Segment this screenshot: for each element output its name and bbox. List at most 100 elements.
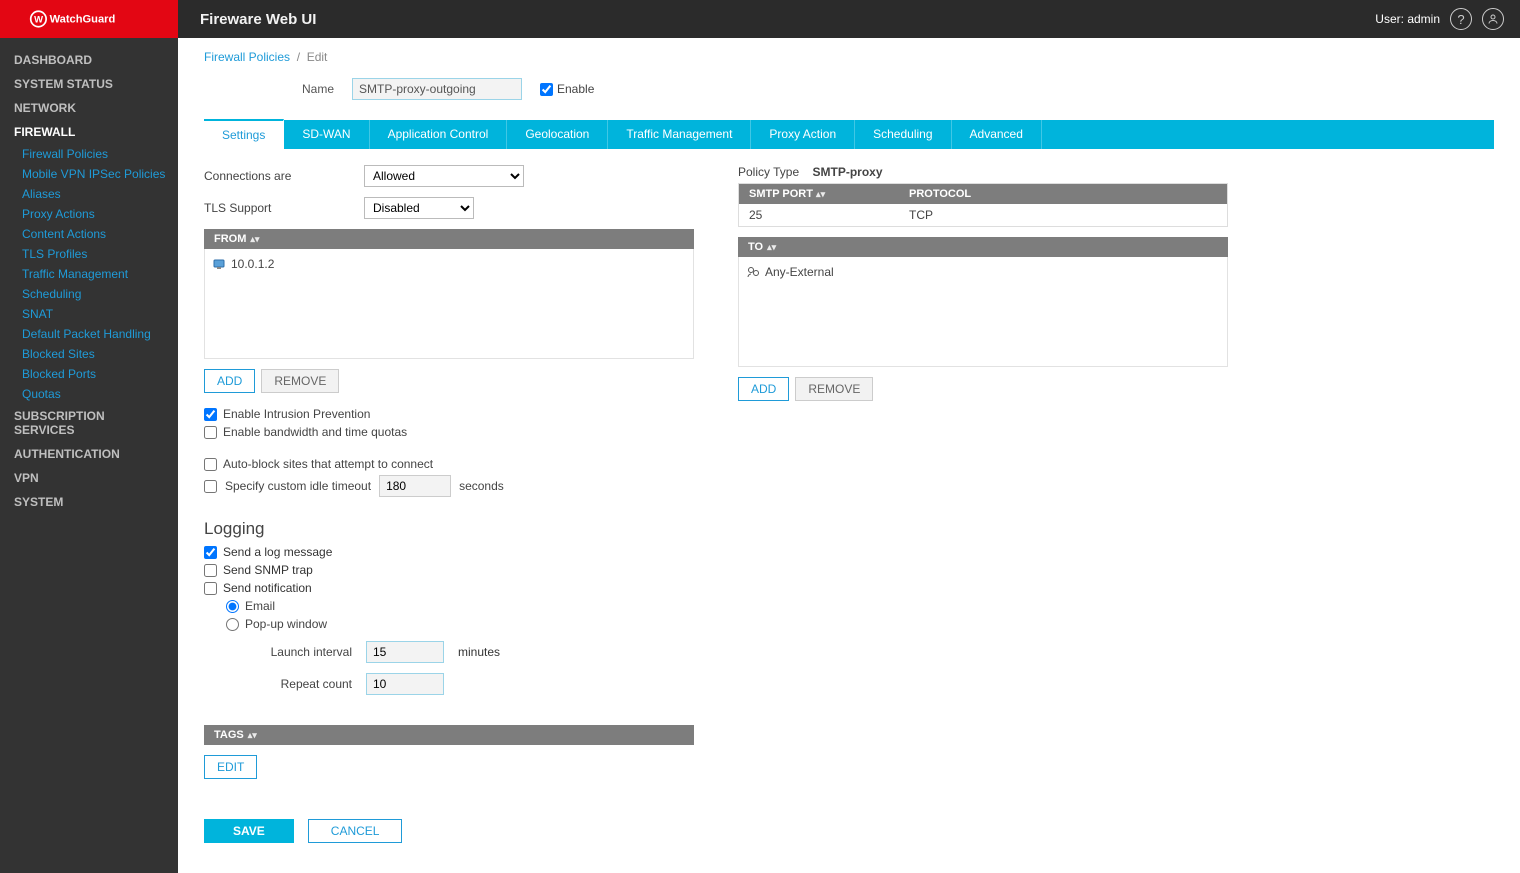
topbar: W WatchGuard Fireware Web UI User: admin… [0, 0, 1520, 38]
popup-radio[interactable] [226, 618, 239, 631]
main-content: Firewall Policies / Edit Name Enable Set… [178, 38, 1520, 873]
from-header[interactable]: FROM ▴▾ [204, 229, 694, 249]
nav-firewall[interactable]: FIREWALL [0, 120, 178, 144]
connections-select[interactable]: Allowed [364, 165, 524, 187]
nav-quotas[interactable]: Quotas [0, 384, 178, 404]
sidebar: DASHBOARD SYSTEM STATUS NETWORK FIREWALL… [0, 38, 178, 873]
tls-select[interactable]: Disabled [364, 197, 474, 219]
tabs: Settings SD-WAN Application Control Geol… [204, 120, 1494, 149]
enable-label: Enable [557, 82, 594, 96]
user-label: User: admin [1375, 12, 1440, 26]
nav-proxy-actions[interactable]: Proxy Actions [0, 204, 178, 224]
name-input[interactable] [352, 78, 522, 100]
repeat-label: Repeat count [204, 677, 352, 691]
launch-unit: minutes [458, 645, 500, 659]
connections-label: Connections are [204, 169, 364, 183]
idle-checkbox[interactable] [204, 480, 217, 493]
brand-logo: W WatchGuard [0, 0, 178, 38]
idle-input[interactable] [379, 475, 451, 497]
launch-input[interactable] [366, 641, 444, 663]
name-label: Name [294, 82, 334, 96]
nav-mvpn-ipsec[interactable]: Mobile VPN IPSec Policies [0, 164, 178, 184]
send-log-checkbox[interactable] [204, 546, 217, 559]
cancel-button[interactable]: CANCEL [308, 819, 403, 843]
svg-text:WatchGuard: WatchGuard [50, 13, 116, 25]
logging-title: Logging [204, 519, 694, 539]
nav-firewall-policies[interactable]: Firewall Policies [0, 144, 178, 164]
from-list[interactable]: 10.0.1.2 [204, 249, 694, 359]
quota-checkbox[interactable] [204, 426, 217, 439]
tab-traffic-mgmt[interactable]: Traffic Management [608, 120, 751, 149]
app-title: Fireware Web UI [200, 11, 316, 28]
breadcrumb-current: Edit [307, 50, 328, 64]
tab-geolocation[interactable]: Geolocation [507, 120, 608, 149]
idle-label: Specify custom idle timeout [225, 479, 371, 493]
breadcrumb-parent[interactable]: Firewall Policies [204, 50, 290, 64]
nav-aliases[interactable]: Aliases [0, 184, 178, 204]
alias-icon [747, 266, 761, 278]
sort-icon: ▴▾ [248, 730, 257, 741]
help-icon[interactable]: ? [1450, 8, 1472, 30]
quota-label: Enable bandwidth and time quotas [223, 425, 407, 439]
from-item[interactable]: 10.0.1.2 [213, 255, 685, 273]
tab-scheduling[interactable]: Scheduling [855, 120, 951, 149]
nav-system[interactable]: SYSTEM [0, 490, 178, 514]
send-notif-checkbox[interactable] [204, 582, 217, 595]
ips-label: Enable Intrusion Prevention [223, 407, 370, 421]
user-icon[interactable] [1482, 8, 1504, 30]
send-log-label: Send a log message [223, 545, 332, 559]
nav-default-pkt[interactable]: Default Packet Handling [0, 324, 178, 344]
nav-tls-profiles[interactable]: TLS Profiles [0, 244, 178, 264]
nav-content-actions[interactable]: Content Actions [0, 224, 178, 244]
from-add-button[interactable]: ADD [204, 369, 255, 393]
port-table: SMTP PORT ▴▾ PROTOCOL 25 TCP [738, 183, 1228, 227]
to-remove-button[interactable]: REMOVE [795, 377, 873, 401]
nav-authentication[interactable]: AUTHENTICATION [0, 442, 178, 466]
tab-sdwan[interactable]: SD-WAN [284, 120, 369, 149]
tab-settings[interactable]: Settings [204, 119, 284, 149]
tls-label: TLS Support [204, 201, 364, 215]
policy-type-label: Policy Type [738, 165, 799, 179]
nav-scheduling[interactable]: Scheduling [0, 284, 178, 304]
send-snmp-checkbox[interactable] [204, 564, 217, 577]
nav-network[interactable]: NETWORK [0, 96, 178, 120]
to-list[interactable]: Any-External [738, 257, 1228, 367]
nav-system-status[interactable]: SYSTEM STATUS [0, 72, 178, 96]
svg-text:W: W [34, 13, 43, 24]
nav-blocked-sites[interactable]: Blocked Sites [0, 344, 178, 364]
tab-proxy-action[interactable]: Proxy Action [751, 120, 855, 149]
breadcrumb: Firewall Policies / Edit [204, 50, 1494, 64]
email-label: Email [245, 599, 275, 613]
email-radio[interactable] [226, 600, 239, 613]
save-button[interactable]: SAVE [204, 819, 294, 843]
autoblock-checkbox[interactable] [204, 458, 217, 471]
from-remove-button[interactable]: REMOVE [261, 369, 339, 393]
port-header[interactable]: SMTP PORT ▴▾ [739, 184, 899, 204]
enable-checkbox[interactable] [540, 83, 553, 96]
sort-icon: ▴▾ [816, 189, 825, 199]
tags-header[interactable]: TAGS ▴▾ [204, 725, 694, 745]
ips-checkbox[interactable] [204, 408, 217, 421]
autoblock-label: Auto-block sites that attempt to connect [223, 457, 433, 471]
nav-traffic-mgmt[interactable]: Traffic Management [0, 264, 178, 284]
port-cell: 25 [739, 204, 899, 226]
port-row[interactable]: 25 TCP [739, 204, 1227, 226]
tags-edit-button[interactable]: EDIT [204, 755, 257, 779]
nav-sub-services[interactable]: SUBSCRIPTION SERVICES [0, 404, 178, 442]
to-header[interactable]: TO ▴▾ [738, 237, 1228, 257]
protocol-header[interactable]: PROTOCOL [899, 184, 1227, 204]
idle-unit: seconds [459, 479, 504, 493]
to-add-button[interactable]: ADD [738, 377, 789, 401]
repeat-input[interactable] [366, 673, 444, 695]
tab-app-control[interactable]: Application Control [370, 120, 508, 149]
nav-blocked-ports[interactable]: Blocked Ports [0, 364, 178, 384]
popup-label: Pop-up window [245, 617, 327, 631]
policy-type-value: SMTP-proxy [813, 165, 883, 179]
nav-snat[interactable]: SNAT [0, 304, 178, 324]
launch-label: Launch interval [204, 645, 352, 659]
to-item[interactable]: Any-External [747, 263, 1219, 281]
nav-dashboard[interactable]: DASHBOARD [0, 48, 178, 72]
tab-advanced[interactable]: Advanced [952, 120, 1042, 149]
protocol-cell: TCP [899, 204, 1227, 226]
nav-vpn[interactable]: VPN [0, 466, 178, 490]
